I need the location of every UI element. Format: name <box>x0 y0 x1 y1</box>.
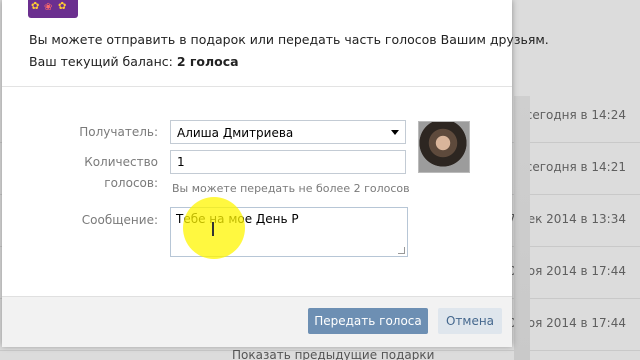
list-item-date: сегодня в 14:24 <box>525 108 626 122</box>
quantity-label-line1: Количество <box>84 155 158 169</box>
transfer-form: Получатель: Алиша Дмитриева Количество г… <box>2 87 512 269</box>
dialog-footer: Передать голоса Отмена <box>2 296 512 347</box>
message-label: Сообщение: <box>81 213 158 227</box>
dropdown-arrow-icon[interactable] <box>391 130 399 135</box>
balance-label: Ваш текущий баланс: <box>29 54 173 69</box>
cancel-button[interactable]: Отмена <box>438 308 502 334</box>
quantity-label-line2: голосов: <box>104 176 158 190</box>
show-previous-gifts-link[interactable]: Показать предыдущие подарки <box>232 348 434 360</box>
transfer-votes-button[interactable]: Передать голоса <box>308 308 428 334</box>
cursor-highlight <box>183 197 245 259</box>
dialog-info: ✿ ❀ ✿ Вы можете отправить в подарок или … <box>2 0 549 87</box>
recipient-select[interactable]: Алиша Дмитриева <box>170 120 406 144</box>
balance-value: 2 голоса <box>176 54 239 69</box>
quantity-hint: Вы можете передать не более 2 голосов <box>172 182 410 195</box>
text-cursor-icon <box>212 222 214 236</box>
recipient-label: Получатель: <box>79 125 158 139</box>
recipient-value: Алиша Дмитриева <box>177 126 294 140</box>
list-item-date: сегодня в 14:21 <box>525 160 626 174</box>
scroll-strip <box>514 96 530 360</box>
info-text: Вы можете отправить в подарок или переда… <box>29 32 549 47</box>
resize-grip-icon[interactable] <box>398 247 405 254</box>
gift-image: ✿ ❀ ✿ <box>28 0 78 18</box>
balance-line: Ваш текущий баланс: 2 голоса <box>29 54 239 69</box>
quantity-input[interactable]: 1 <box>170 150 406 174</box>
recipient-avatar <box>418 121 470 173</box>
transfer-votes-dialog: ✿ ❀ ✿ Вы можете отправить в подарок или … <box>2 0 549 347</box>
